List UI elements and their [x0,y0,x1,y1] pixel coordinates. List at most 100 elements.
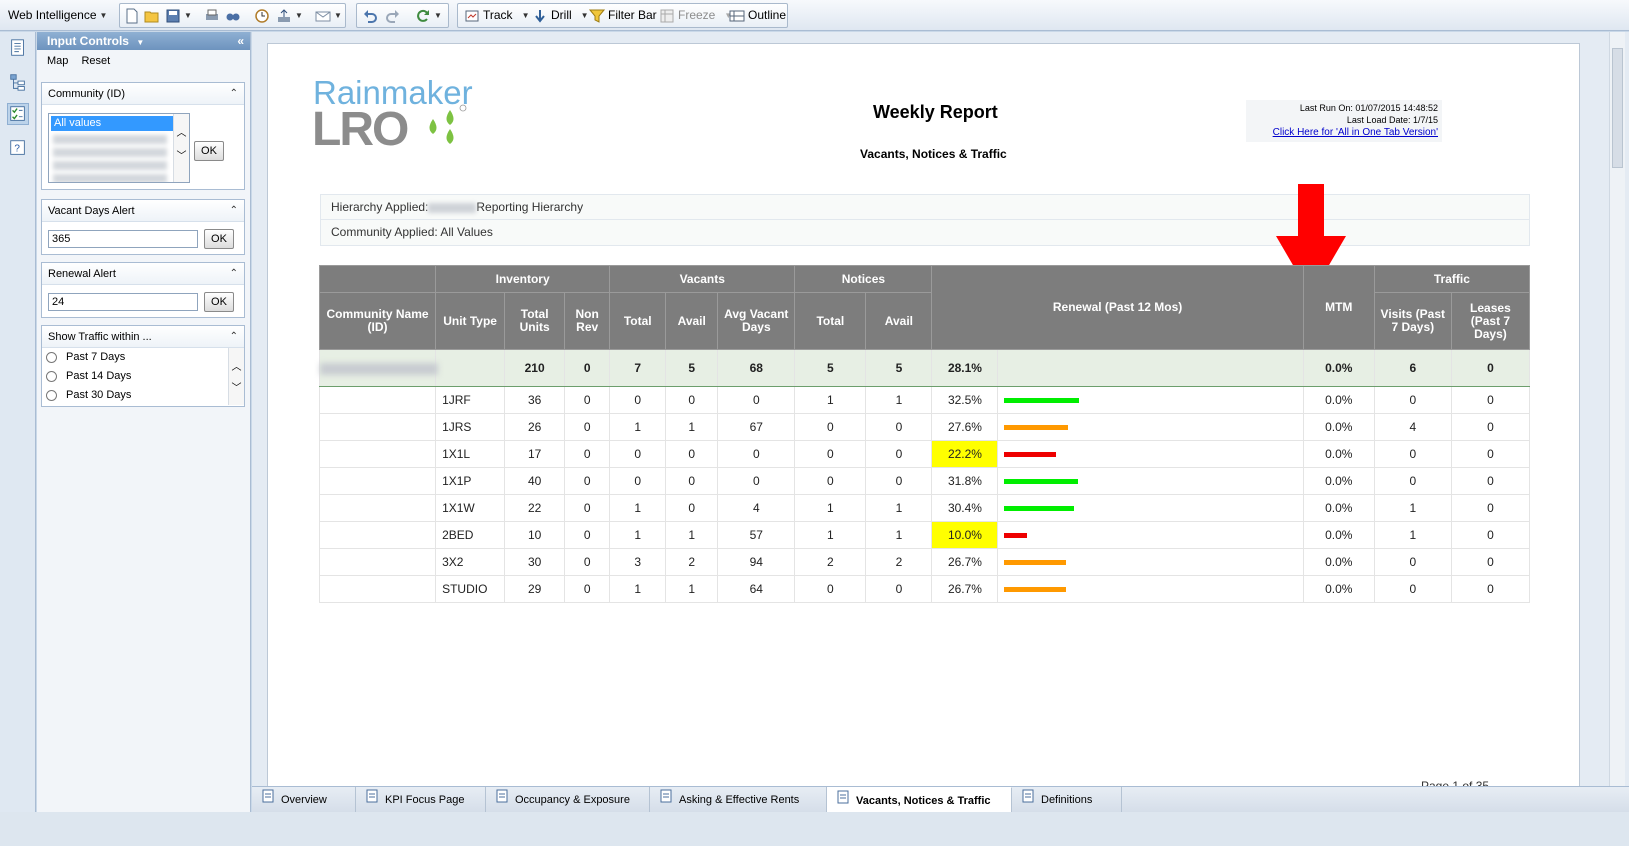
renewal-alert-input[interactable]: 24 [48,293,198,311]
export-icon[interactable]: ▼ [276,4,303,27]
map-link[interactable]: Map [47,55,68,67]
report-tab-label: Definitions [1041,794,1093,806]
redo-icon[interactable] [385,4,401,27]
collapse-up-icon[interactable]: ⌃ [230,326,238,348]
report-tab[interactable]: Definitions [1012,787,1122,813]
listbox-selected-item[interactable]: All values [51,116,173,131]
input-controls-icon[interactable] [7,103,29,125]
panel-actions: Map Reset [37,50,250,72]
visits-header: Visits (Past 7 Days) [1373,292,1452,350]
help-icon[interactable]: ? [7,137,29,159]
navigation-map-icon[interactable] [7,71,29,93]
vacants-notices-traffic-table: Inventory Vacants Notices Renewal (Past … [318,265,1531,603]
notice-avail-cell: 0 [865,440,933,468]
report-tab[interactable]: Overview [252,787,356,813]
radio-button[interactable] [46,390,57,401]
scroll-up-icon[interactable]: ︿ [174,124,189,139]
drill-button[interactable]: Drill ▼ [532,4,589,27]
scrollbar-thumb[interactable] [1612,48,1623,168]
find-icon[interactable] [225,4,241,27]
notice-total-cell: 1 [794,521,867,549]
run-info: Last Run On: 01/07/2015 14:48:52 Last Lo… [1246,100,1442,142]
community-ok-button[interactable]: OK [194,141,224,161]
open-folder-icon[interactable] [144,4,160,27]
app-menu[interactable]: Web Intelligence ▼ [8,3,107,28]
renewal-bar [1004,397,1080,403]
traffic-option-label: Past 30 Days [66,389,132,401]
summary-avg-vacant: 68 [717,349,796,387]
notice-total-cell: 0 [794,575,867,603]
reset-link[interactable]: Reset [81,55,110,67]
undo-icon[interactable] [362,4,378,27]
traffic-option-30[interactable]: Past 30 Days [42,386,244,405]
refresh-icon[interactable]: ▼ [415,4,442,27]
status-bar [0,812,1629,846]
notice-avail-cell: 1 [865,521,933,549]
renewal-alert-control: Renewal Alert ⌃ 24 OK [41,262,245,318]
traffic-option-label: Past 14 Days [66,370,132,382]
hierarchy-applied: Hierarchy Applied: Reporting Hierarchy [321,195,1529,220]
summary-non-rev: 0 [564,349,611,387]
vacant-days-input[interactable]: 365 [48,230,198,248]
unit-type-cell: STUDIO [435,575,506,603]
vacant-avail-cell: 0 [665,386,719,414]
report-tab[interactable]: Vacants, Notices & Traffic [827,787,1012,813]
report-tab[interactable]: Occupancy & Exposure [486,787,650,813]
notice-total-cell: 1 [794,386,867,414]
save-icon[interactable]: ▼ [165,4,192,27]
outline-button[interactable]: Outline [729,4,786,27]
renewal-pct-cell: 22.2% [931,440,999,468]
notice-avail-cell: 1 [865,494,933,522]
radio-button[interactable] [46,371,57,382]
visits-cell: 1 [1373,494,1452,522]
scroll-down-icon[interactable]: ﹀ [174,147,189,162]
history-icon[interactable] [254,4,270,27]
collapse-up-icon[interactable]: ⌃ [230,200,238,222]
listbox-scrollbar[interactable]: ︿ ﹀ [173,114,189,182]
renewal-bar-cell [997,494,1304,522]
new-document-icon[interactable] [124,4,140,27]
traffic-option-7[interactable]: Past 7 Days [42,348,244,367]
filter-bar-button[interactable]: Filter Bar [589,4,657,27]
visits-cell: 1 [1373,521,1452,549]
summary-leases: 0 [1450,349,1531,387]
report-tab[interactable]: KPI Focus Page [356,787,486,813]
traffic-scrollbar[interactable]: ︿ ﹀ [228,348,244,405]
renewal-alert-title: Renewal Alert [48,268,116,280]
document-summary-icon[interactable] [7,37,29,59]
collapse-up-icon[interactable]: ⌃ [230,83,238,105]
redacted-item [53,161,167,170]
report-page-icon [262,787,274,813]
renewal-alert-ok-button[interactable]: OK [204,292,234,312]
unit-type-cell: 1X1W [435,494,506,522]
scroll-up-icon[interactable]: ︿ [229,358,244,373]
vacant-days-title: Vacant Days Alert [48,205,135,217]
freeze-button[interactable]: Freeze ▼ [659,4,732,27]
traffic-option-14[interactable]: Past 14 Days [42,367,244,386]
vacant-days-ok-button[interactable]: OK [204,229,234,249]
avg-vacant-days-cell: 67 [717,413,796,441]
collapse-panel-icon[interactable]: « [237,32,244,50]
radio-button[interactable] [46,352,57,363]
collapse-up-icon[interactable]: ⌃ [230,263,238,285]
scroll-down-icon[interactable]: ﹀ [229,379,244,394]
outline-icon [729,8,745,24]
avg-vacant-days-cell: 94 [717,548,796,576]
chevron-down-icon[interactable]: ▼ [136,38,144,47]
total-units-cell: 22 [504,494,566,522]
renewal-pct-cell: 10.0% [931,521,999,549]
all-in-one-tab-link[interactable]: Click Here for 'All in One Tab Version' [1273,127,1438,138]
input-controls-panel: Input Controls ▼ « Map Reset Community (… [37,32,251,846]
track-button[interactable]: Track ▼ [464,4,529,27]
renewal-bar-cell [997,386,1304,414]
community-listbox[interactable]: All values ︿ ﹀ [48,113,190,183]
vacant-total-cell: 0 [609,467,667,495]
report-tabs: Overview KPI Focus Page Occupancy & Exposu… [252,786,1629,813]
report-tab[interactable]: Asking & Effective Rents [650,787,827,813]
summary-notice-avail: 5 [865,349,933,387]
vertical-scrollbar[interactable] [1609,32,1625,818]
vacant-avail-cell: 0 [665,440,719,468]
print-icon[interactable] [204,4,220,27]
renewal-header: Renewal (Past 12 Mos) [931,265,1304,350]
email-icon[interactable]: ▼ [315,4,342,27]
